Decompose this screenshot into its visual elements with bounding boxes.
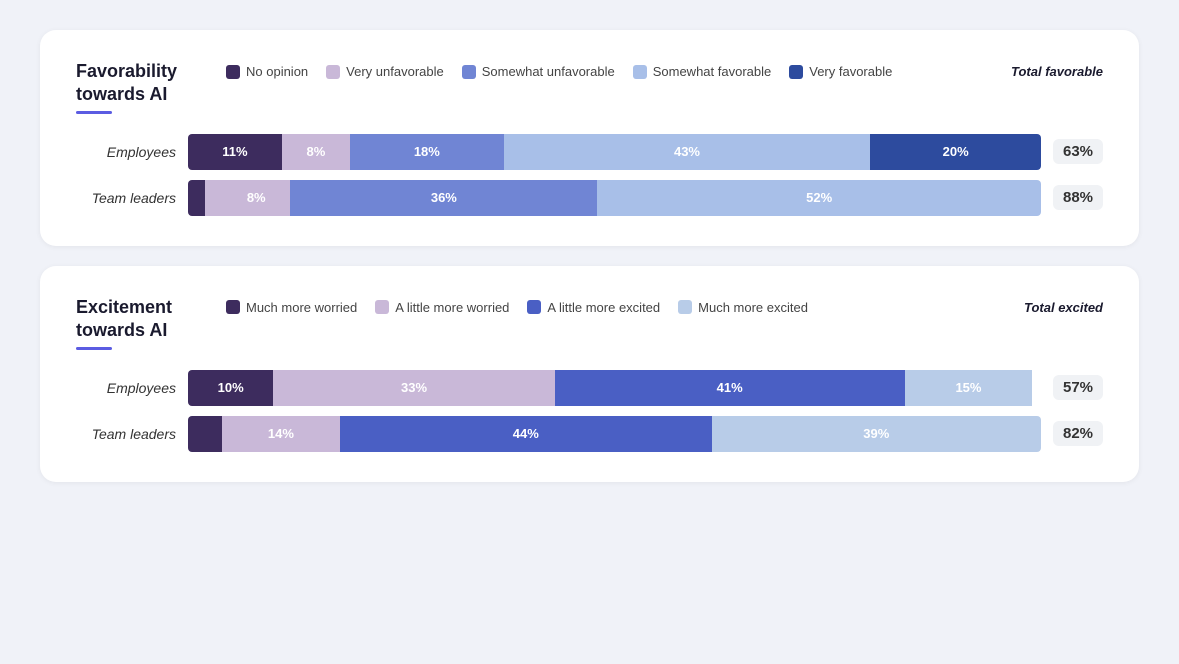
legend-label-much-worried: Much more worried	[246, 300, 357, 315]
favorability-chart-rows: Employees11%8%18%43%20%63%Team leaders8%…	[76, 134, 1103, 216]
legend-dot-very-fav	[789, 65, 803, 79]
total-value-0: 63%	[1053, 139, 1103, 164]
favorability-legend: No opinion Very unfavorable Somewhat unfav…	[206, 60, 1003, 79]
legend-dot-no-opinion	[226, 65, 240, 79]
legend-label-very-unfav: Very unfavorable	[346, 64, 444, 79]
table-row: Team leaders 8%36%52% 88%	[76, 180, 1103, 216]
bar-segment-0-1: 8%	[282, 134, 350, 170]
bar-segment-0-3: 43%	[504, 134, 871, 170]
bar-segment-0-4: 20%	[870, 134, 1041, 170]
legend-item-very-fav: Very favorable	[789, 64, 892, 79]
bar-container-1: 14%44%39%	[188, 416, 1041, 452]
legend-item-somewhat-fav: Somewhat favorable	[633, 64, 772, 79]
excitement-title: Excitementtowards AI	[76, 296, 206, 343]
excitement-title-block: Excitementtowards AI	[76, 296, 206, 350]
bar-container-0: 10%33%41%15%	[188, 370, 1041, 406]
legend-item-much-worried: Much more worried	[226, 300, 357, 315]
table-row: Employees 11%8%18%43%20% 63%	[76, 134, 1103, 170]
legend-dot-very-unfav	[326, 65, 340, 79]
favorability-title-block: Favorabilitytowards AI	[76, 60, 206, 114]
legend-item-little-excited: A little more excited	[527, 300, 660, 315]
bar-segment-1-2: 44%	[340, 416, 712, 452]
bar-segment-1-1	[205, 180, 222, 216]
legend-item-much-excited: Much more excited	[678, 300, 808, 315]
favorability-header: Favorabilitytowards AI No opinion Very un…	[76, 60, 1103, 114]
bar-segment-1-3: 39%	[712, 416, 1041, 452]
total-value-1: 82%	[1053, 421, 1103, 446]
legend-label-little-excited: A little more excited	[547, 300, 660, 315]
legend-dot-somewhat-unfav	[462, 65, 476, 79]
bar-segment-1-2: 8%	[222, 180, 290, 216]
excitement-header: Excitementtowards AI Much more worried A …	[76, 296, 1103, 350]
legend-item-no-opinion: No opinion	[226, 64, 308, 79]
bar-segment-1-0	[188, 416, 222, 452]
bar-segment-1-0	[188, 180, 205, 216]
legend-item-very-unfav: Very unfavorable	[326, 64, 444, 79]
legend-label-much-excited: Much more excited	[698, 300, 808, 315]
bar-segment-1-1: 14%	[222, 416, 340, 452]
excitement-title-underline	[76, 347, 112, 350]
employees-label: Employees	[76, 380, 176, 396]
bar-container-0: 11%8%18%43%20%	[188, 134, 1041, 170]
legend-item-little-worried: A little more worried	[375, 300, 509, 315]
legend-label-somewhat-fav: Somewhat favorable	[653, 64, 772, 79]
bar-container-1: 8%36%52%	[188, 180, 1041, 216]
favorability-title: Favorabilitytowards AI	[76, 60, 206, 107]
excitement-card: Excitementtowards AI Much more worried A …	[40, 266, 1139, 482]
excitement-legend: Much more worried A little more worried A …	[206, 296, 1003, 315]
legend-dot-little-excited	[527, 300, 541, 314]
employees-label: Employees	[76, 144, 176, 160]
bar-segment-0-0: 10%	[188, 370, 273, 406]
bar-segment-0-3: 15%	[905, 370, 1033, 406]
legend-label-little-worried: A little more worried	[395, 300, 509, 315]
bar-segment-0-0: 11%	[188, 134, 282, 170]
total-value-1: 88%	[1053, 185, 1103, 210]
excitement-chart-rows: Employees10%33%41%15%57%Team leaders14%4…	[76, 370, 1103, 452]
bar-segment-1-4: 52%	[597, 180, 1041, 216]
bar-segment-0-2: 41%	[555, 370, 905, 406]
legend-label-very-fav: Very favorable	[809, 64, 892, 79]
bar-segment-0-2: 18%	[350, 134, 504, 170]
legend-dot-little-worried	[375, 300, 389, 314]
excitement-total-label: Total excited	[1003, 296, 1103, 315]
bar-segment-0-1: 33%	[273, 370, 554, 406]
legend-dot-much-excited	[678, 300, 692, 314]
favorability-total-label: Total favorable	[1003, 60, 1103, 79]
legend-dot-somewhat-fav	[633, 65, 647, 79]
team-leaders-label: Team leaders	[76, 426, 176, 442]
legend-item-somewhat-unfav: Somewhat unfavorable	[462, 64, 615, 79]
team-leaders-label: Team leaders	[76, 190, 176, 206]
favorability-card: Favorabilitytowards AI No opinion Very un…	[40, 30, 1139, 246]
legend-dot-much-worried	[226, 300, 240, 314]
legend-label-somewhat-unfav: Somewhat unfavorable	[482, 64, 615, 79]
total-value-0: 57%	[1053, 375, 1103, 400]
legend-label-no-opinion: No opinion	[246, 64, 308, 79]
table-row: Employees 10%33%41%15% 57%	[76, 370, 1103, 406]
favorability-title-underline	[76, 111, 112, 114]
table-row: Team leaders 14%44%39% 82%	[76, 416, 1103, 452]
bar-segment-1-3: 36%	[290, 180, 597, 216]
